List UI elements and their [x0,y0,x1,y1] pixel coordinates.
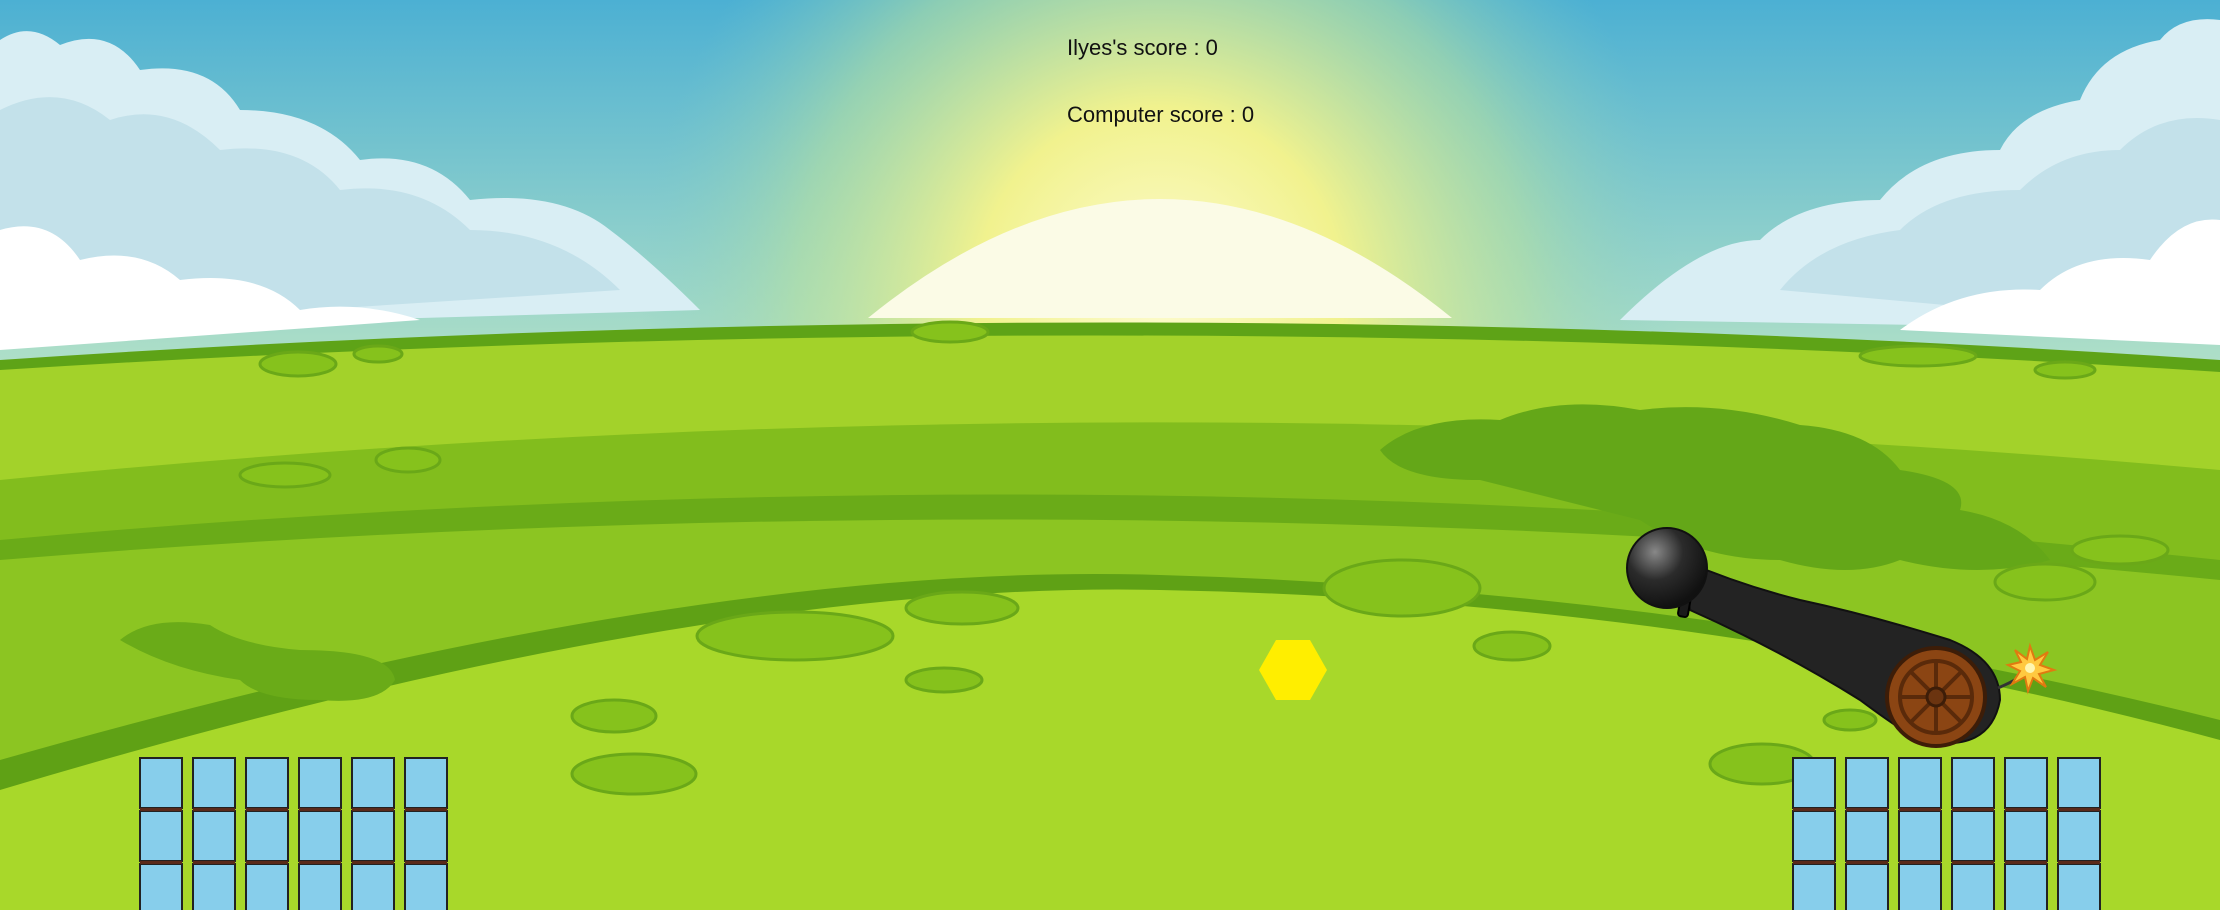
block[interactable] [192,810,236,862]
block[interactable] [298,810,342,862]
block[interactable] [245,810,289,862]
game-scene[interactable] [0,0,2220,910]
block[interactable] [2057,810,2101,862]
block[interactable] [404,810,448,862]
block[interactable] [1845,810,1889,862]
block[interactable] [351,757,395,809]
block[interactable] [1898,757,1942,809]
block[interactable] [245,863,289,910]
block[interactable] [2057,863,2101,910]
block[interactable] [2004,810,2048,862]
block[interactable] [139,863,183,910]
block[interactable] [139,810,183,862]
block[interactable] [1792,810,1836,862]
block[interactable] [2004,757,2048,809]
block[interactable] [1845,863,1889,910]
block[interactable] [351,863,395,910]
block[interactable] [404,863,448,910]
block[interactable] [2004,863,2048,910]
block[interactable] [192,757,236,809]
block[interactable] [1951,863,1995,910]
block[interactable] [1792,863,1836,910]
block[interactable] [1951,757,1995,809]
block[interactable] [404,757,448,809]
block[interactable] [298,863,342,910]
computer-score: Computer score : 0 [1067,102,1255,127]
block[interactable] [245,757,289,809]
cannon-wheel [1885,646,1987,748]
block[interactable] [139,757,183,809]
block[interactable] [192,863,236,910]
player-score: Ilyes's score : 0 [1067,35,1218,60]
block[interactable] [351,810,395,862]
block[interactable] [1898,810,1942,862]
cannonball-icon[interactable] [1626,527,1708,609]
block[interactable] [1845,757,1889,809]
block[interactable] [1951,810,1995,862]
block[interactable] [1792,757,1836,809]
block[interactable] [1898,863,1942,910]
block[interactable] [298,757,342,809]
block[interactable] [2057,757,2101,809]
